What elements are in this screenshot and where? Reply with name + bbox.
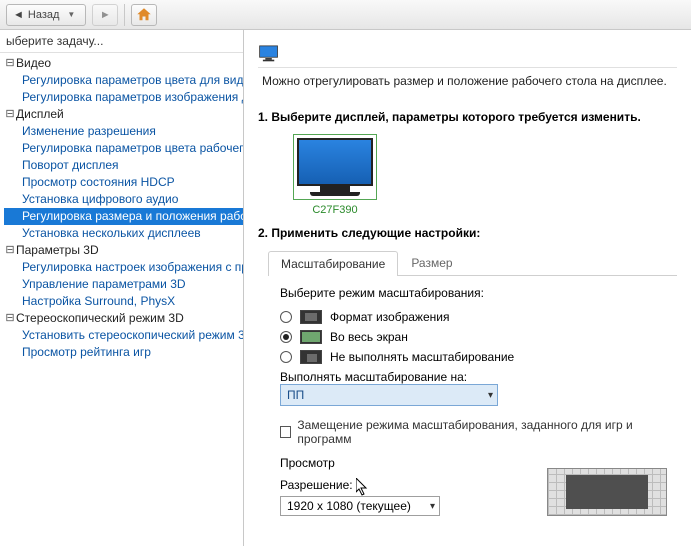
- content-banner: [258, 40, 677, 68]
- tree-parent[interactable]: ⊟Видео: [4, 55, 243, 72]
- perform-on-label: Выполнять масштабирование на:: [280, 370, 667, 384]
- tree-parent[interactable]: ⊟Стереоскопический режим 3D: [4, 310, 243, 327]
- tree-item[interactable]: Настройка Surround, PhysX: [4, 293, 243, 310]
- tree-item[interactable]: Регулировка размера и положения рабочего: [4, 208, 243, 225]
- scaling-mode-label: Выберите режим масштабирования:: [280, 286, 667, 300]
- dropdown-icon: ▼: [67, 10, 75, 19]
- toolbar-separator: [124, 4, 125, 26]
- resolution-value: 1920 x 1080 (текущее): [287, 499, 411, 513]
- task-tree: ⊟ВидеоРегулировка параметров цвета для в…: [0, 53, 243, 363]
- option-label: Не выполнять масштабирование: [330, 350, 514, 364]
- tree-item[interactable]: Управление параметрами 3D: [4, 276, 243, 293]
- tree-item[interactable]: Изменение разрешения: [4, 123, 243, 140]
- home-icon: [135, 6, 153, 24]
- tree-parent-label: Стереоскопический режим 3D: [16, 310, 184, 327]
- tree-item[interactable]: Регулировка параметров цвета для видео: [4, 72, 243, 89]
- override-label: Замещение режима масштабирования, заданн…: [297, 418, 667, 446]
- tree-item-label: Просмотр состояния HDCP: [22, 174, 175, 191]
- tree-parent-label: Параметры 3D: [16, 242, 99, 259]
- no-scaling-icon: [300, 350, 322, 364]
- tree-item[interactable]: Регулировка параметров цвета рабочего ст…: [4, 140, 243, 157]
- collapse-icon[interactable]: ⊟: [4, 55, 16, 72]
- perform-on-combobox[interactable]: ПП ▾: [280, 384, 498, 406]
- tree-item[interactable]: Поворот дисплея: [4, 157, 243, 174]
- scaling-option-none[interactable]: Не выполнять масштабирование: [280, 350, 667, 364]
- sidebar: ыберите задачу... ⊟ВидеоРегулировка пара…: [0, 30, 244, 546]
- tree-item-label: Регулировка параметров цвета для видео: [22, 72, 243, 89]
- checkbox-icon: [280, 426, 291, 438]
- preview-title: Просмотр: [280, 456, 440, 470]
- monitor-icon: [258, 43, 284, 65]
- tree-item-label: Установка нескольких дисплеев: [22, 225, 201, 242]
- sidebar-header: ыберите задачу...: [0, 30, 243, 53]
- tree-parent[interactable]: ⊟Параметры 3D: [4, 242, 243, 259]
- step2-title: 2. Применить следующие настройки:: [258, 226, 677, 240]
- tree-item[interactable]: Регулировка настроек изображения с просм: [4, 259, 243, 276]
- step1-title: 1. Выберите дисплей, параметры которого …: [258, 110, 677, 124]
- tree-item-label: Регулировка параметров изображения для в: [22, 89, 243, 106]
- tree-item-label: Установка цифрового аудио: [22, 191, 178, 208]
- tree-item[interactable]: Просмотр состояния HDCP: [4, 174, 243, 191]
- monitor-label: C27F390: [286, 204, 384, 216]
- arrow-left-icon: ◄: [13, 9, 24, 21]
- collapse-icon[interactable]: ⊟: [4, 310, 16, 327]
- aspect-ratio-icon: [300, 310, 322, 324]
- nav-forward-button: ►: [92, 4, 118, 26]
- tree-item[interactable]: Установка цифрового аудио: [4, 191, 243, 208]
- tree-item-label: Просмотр рейтинга игр: [22, 344, 151, 361]
- arrow-right-icon: ►: [100, 9, 111, 21]
- tree-item-label: Регулировка настроек изображения с просм: [22, 259, 243, 276]
- tree-item[interactable]: Установить стереоскопический режим 3D: [4, 327, 243, 344]
- display-selector[interactable]: C27F390: [286, 134, 384, 216]
- monitor-thumbnail: [293, 134, 377, 200]
- home-button[interactable]: [131, 4, 157, 26]
- collapse-icon[interactable]: ⊟: [4, 242, 16, 259]
- settings-tabs: Масштабирование Размер: [268, 250, 677, 276]
- nav-back-button[interactable]: ◄ Назад ▼: [6, 4, 86, 26]
- intro-text: Можно отрегулировать размер и положение …: [262, 74, 673, 88]
- tree-item[interactable]: Просмотр рейтинга игр: [4, 344, 243, 361]
- content-area: Можно отрегулировать размер и положение …: [244, 30, 691, 546]
- tab-size[interactable]: Размер: [398, 250, 465, 275]
- tree-item-label: Настройка Surround, PhysX: [22, 293, 175, 310]
- chevron-down-icon: ▾: [430, 501, 435, 512]
- preview-grid: [547, 468, 667, 516]
- tree-item-label: Регулировка параметров цвета рабочего ст…: [22, 140, 243, 157]
- tree-parent-label: Видео: [16, 55, 51, 72]
- combo-value: ПП: [287, 388, 304, 402]
- nav-back-label: Назад: [28, 9, 60, 21]
- tree-item-label: Изменение разрешения: [22, 123, 156, 140]
- tree-item-label: Поворот дисплея: [22, 157, 119, 174]
- tree-item-label: Регулировка размера и положения рабочего: [22, 208, 243, 225]
- collapse-icon[interactable]: ⊟: [4, 106, 16, 123]
- radio-icon: [280, 331, 292, 343]
- chevron-down-icon: ▾: [488, 390, 493, 401]
- override-checkbox-row[interactable]: Замещение режима масштабирования, заданн…: [280, 418, 667, 446]
- tree-parent[interactable]: ⊟Дисплей: [4, 106, 243, 123]
- tree-item[interactable]: Установка нескольких дисплеев: [4, 225, 243, 242]
- tree-parent-label: Дисплей: [16, 106, 64, 123]
- resolution-combobox[interactable]: 1920 x 1080 (текущее) ▾: [280, 496, 440, 516]
- tab-scaling[interactable]: Масштабирование: [268, 251, 398, 276]
- radio-icon: [280, 351, 292, 363]
- option-label: Во весь экран: [330, 330, 408, 344]
- scaling-option-fullscreen[interactable]: Во весь экран: [280, 330, 667, 344]
- resolution-label: Разрешение:: [280, 478, 440, 492]
- tree-item-label: Установить стереоскопический режим 3D: [22, 327, 243, 344]
- tree-item[interactable]: Регулировка параметров изображения для в: [4, 89, 243, 106]
- option-label: Формат изображения: [330, 310, 449, 324]
- radio-icon: [280, 311, 292, 323]
- tree-item-label: Управление параметрами 3D: [22, 276, 186, 293]
- fullscreen-icon: [300, 330, 322, 344]
- scaling-option-aspect[interactable]: Формат изображения: [280, 310, 667, 324]
- toolbar: ◄ Назад ▼ ►: [0, 0, 691, 30]
